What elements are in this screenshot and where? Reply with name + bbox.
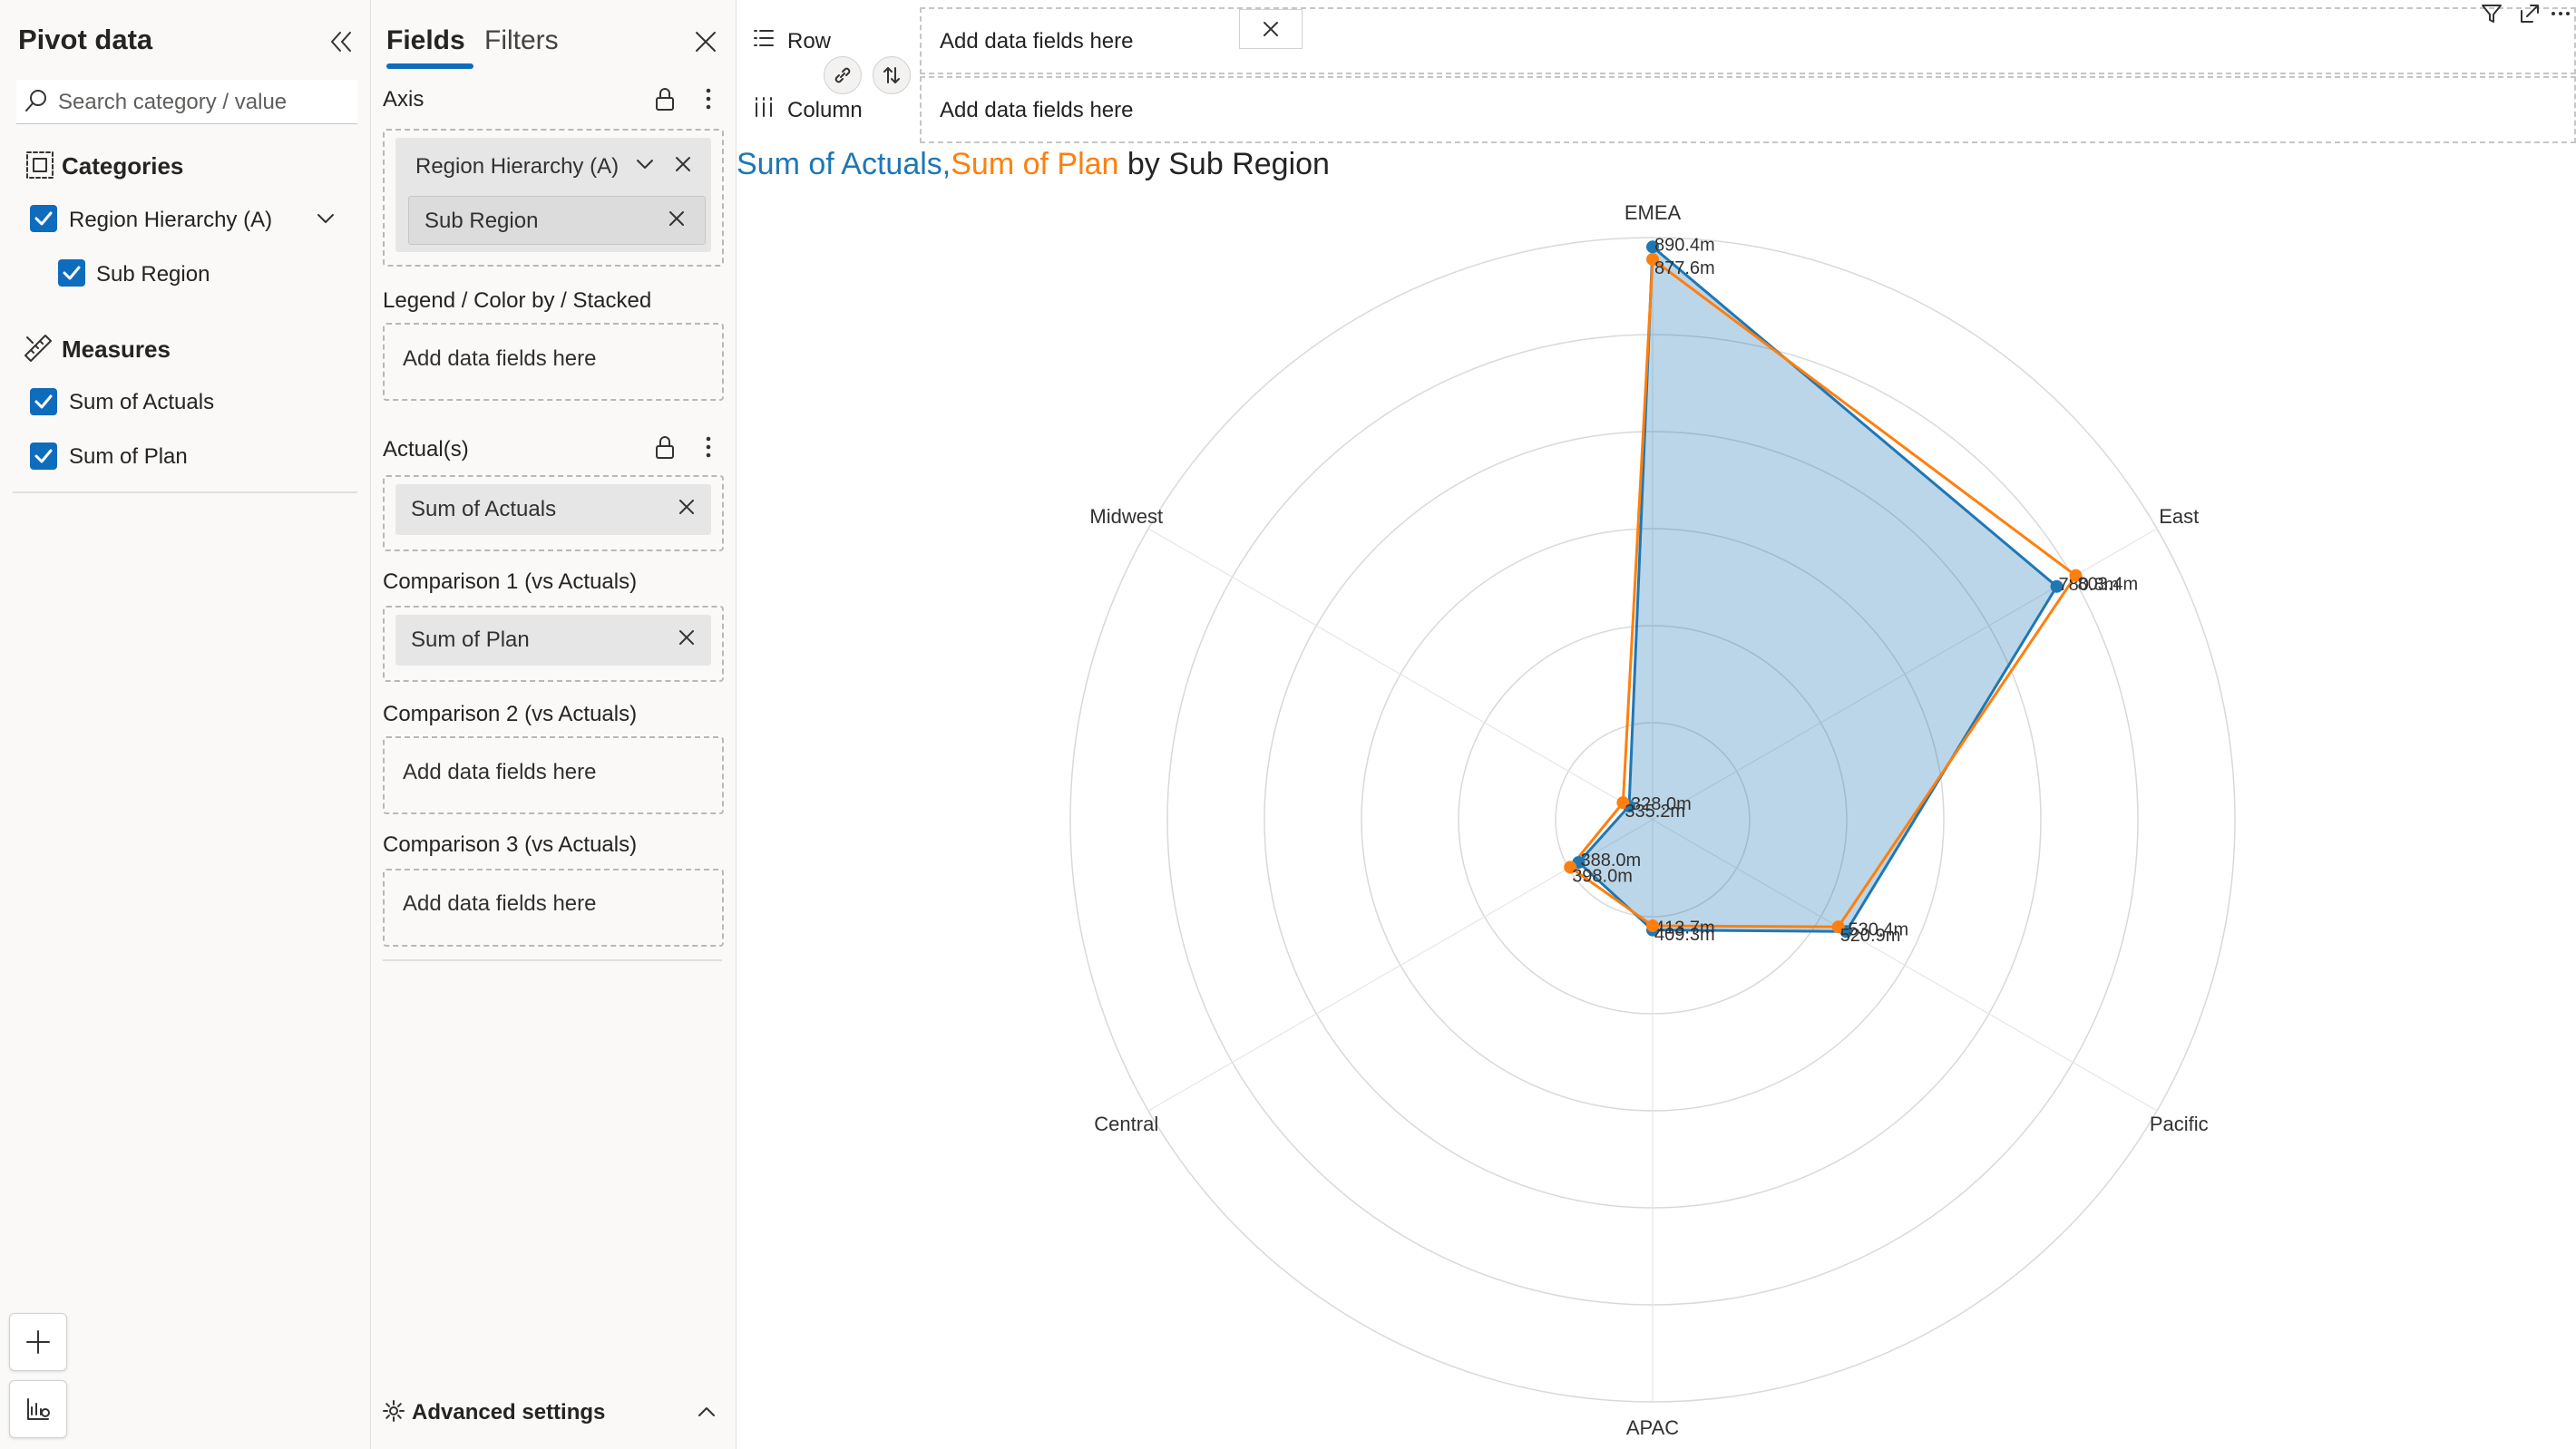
axis-pill-sub-region-label: Sub Region [424,209,539,233]
actuals-pill-label: Sum of Actuals [411,497,557,521]
close-icon [696,32,716,52]
lock-icon[interactable] [651,85,678,112]
data-label-plan: 398.0m [1572,866,1633,886]
search-icon [25,90,46,112]
divider [383,959,722,961]
data-label-plan: 520.9m [1840,926,1901,946]
column-shelf-label: Column [787,98,863,122]
comparison1-label: Comparison 1 (vs Actuals) [383,569,638,594]
axis-label-emea: EMEA [1625,201,1682,224]
grid-spoke [1147,528,1654,821]
category-item-sub-region[interactable]: Sub Region [96,262,210,287]
chart-settings-icon [27,1398,50,1420]
sub-region-checkbox[interactable] [58,259,85,287]
chart-title-actuals: Sum of Actuals [737,147,942,181]
checkmark-icon [34,449,53,463]
remove-icon[interactable] [671,152,695,176]
measure-item-sum-of-actuals[interactable]: Sum of Actuals [69,390,214,415]
close-icon [1264,22,1278,36]
comparison2-label: Comparison 2 (vs Actuals) [383,702,638,726]
sum-of-plan-checkbox[interactable] [30,442,57,470]
region-hierarchy-checkbox[interactable] [30,205,57,232]
remove-icon[interactable] [675,626,698,649]
category-item-region-hierarchy[interactable]: Region Hierarchy (A) [69,208,272,233]
data-label-plan: 335.2m [1625,802,1685,822]
tab-fields[interactable]: Fields [386,25,465,56]
chart-title-separator: , [942,147,951,181]
series-actuals-area [1576,245,2059,933]
sum-of-actuals-checkbox[interactable] [30,388,57,415]
plus-icon [26,1330,50,1354]
categories-icon [26,151,54,179]
more-options-icon[interactable] [695,85,722,112]
gear-icon [383,1400,405,1422]
collapse-panel-button[interactable] [325,25,357,58]
axis-label-central: Central [1094,1113,1158,1135]
remove-icon[interactable] [675,495,698,519]
data-label-plan: 877.6m [1654,258,1715,278]
axis-label-midwest: Midwest [1089,505,1163,528]
chart-title-plan: Sum of Plan [951,147,1119,181]
row-shelf-label: Row [787,29,832,53]
radar-chart: EMEAEastPacificAPACCentralMidwest890.4m7… [1069,201,2236,1439]
legend-dropzone-placeholder: Add data fields here [403,346,597,371]
checkmark-icon [63,266,81,280]
data-label-actuals: 890.4m [1654,235,1715,255]
swap-rows-columns-button[interactable] [873,56,911,94]
comparison2-dropzone-placeholder: Add data fields here [403,760,597,784]
remove-icon[interactable] [665,207,688,230]
data-label-plan: 803.4m [2077,575,2138,595]
data-label-plan: 409.3m [1654,925,1715,945]
chart-title-suffix: by Sub Region [1118,147,1330,181]
column-shelf-dropzone[interactable] [920,76,2576,143]
categories-header: Categories [62,152,184,180]
measures-header: Measures [62,336,171,363]
row-shelf-placeholder: Add data fields here [940,29,1134,53]
comparison3-dropzone-placeholder: Add data fields here [403,891,597,916]
axis-label-apac: APAC [1626,1416,1679,1439]
clear-button[interactable] [1239,9,1303,49]
search-box[interactable] [16,80,357,124]
divider [13,491,357,493]
chart-title: Sum of Actuals,Sum of Plan by Sub Region [737,147,1330,182]
add-button[interactable] [9,1313,67,1371]
column-icon [756,97,772,117]
axis-label: Axis [383,87,424,112]
chart-settings-button[interactable] [9,1380,67,1438]
active-tab-indicator [386,63,473,69]
measures-ruler-icon [24,335,52,362]
more-options-icon[interactable] [695,433,722,461]
axis-pill-region-hierarchy[interactable]: Region Hierarchy (A) [415,154,619,180]
comparison1-pill-label: Sum of Plan [411,627,530,652]
checkmark-icon [34,394,53,409]
row-shelf-dropzone[interactable] [920,7,2576,74]
link-icon [834,67,851,83]
filter-icon[interactable] [2480,2,2503,25]
advanced-settings-toggle[interactable]: Advanced settings [381,1395,722,1431]
row-icon [754,30,774,46]
advanced-settings-label: Advanced settings [412,1400,606,1425]
axis-label-pacific: Pacific [2150,1113,2209,1135]
legend-label: Legend / Color by / Stacked [383,288,652,313]
lock-icon[interactable] [651,433,678,461]
expand-icon[interactable] [2518,2,2542,25]
swap-icon [883,67,900,83]
tab-filters[interactable]: Filters [484,25,559,56]
chevron-down-icon[interactable] [314,207,337,230]
search-input[interactable] [56,87,350,118]
chevron-up-icon [698,1407,715,1416]
comparison3-label: Comparison 3 (vs Actuals) [383,832,638,857]
actuals-label: Actual(s) [383,437,469,462]
axis-label-east: East [2159,505,2199,528]
column-shelf-placeholder: Add data fields here [940,98,1134,122]
pivot-panel-title: Pivot data [18,24,153,55]
close-fields-button[interactable] [689,25,722,58]
more-options-icon[interactable] [2549,2,2572,25]
link-button[interactable] [824,56,862,94]
double-chevron-left-icon [331,32,351,52]
checkmark-icon [34,211,53,226]
chevron-down-icon[interactable] [633,152,657,176]
measure-item-sum-of-plan[interactable]: Sum of Plan [69,444,188,470]
